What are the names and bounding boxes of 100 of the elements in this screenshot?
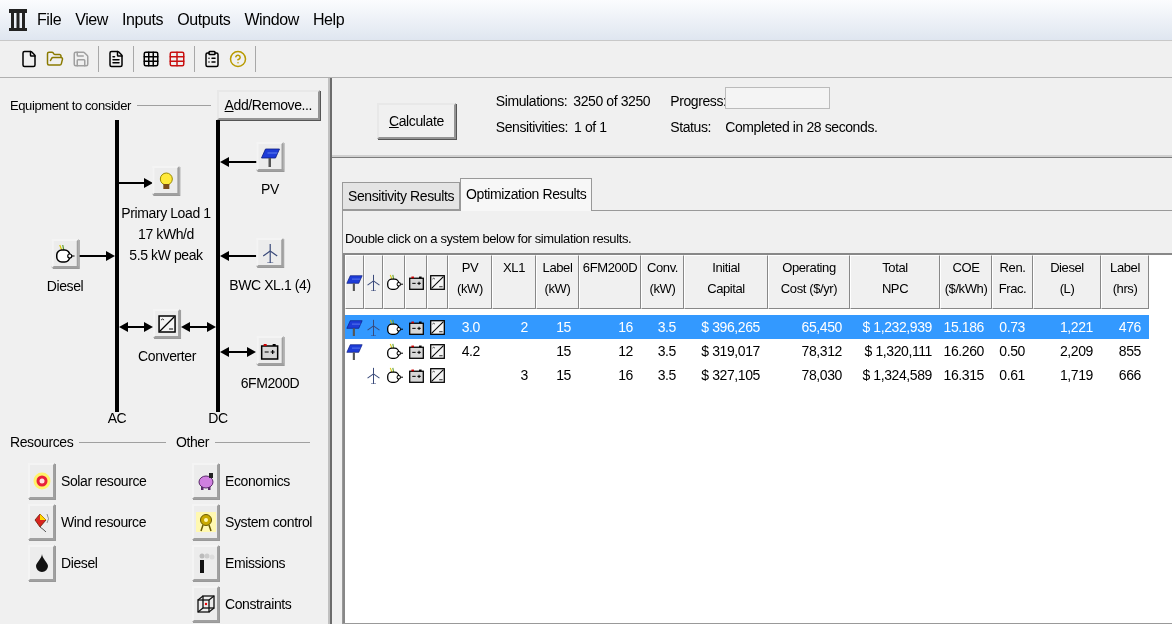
table-row[interactable]: 4.2 15 12 3.5 $ 319,017 78,312 $ 1,320,111 16.260 0.50 2,209 855 (345, 339, 1172, 363)
column-header[interactable]: Label (kW) (536, 255, 579, 309)
piggy-bank-icon (195, 471, 216, 491)
table-cell-text: $ 327,105 (700, 366, 761, 385)
generator-icon (385, 273, 403, 291)
menu-item[interactable]: Outputs (172, 11, 236, 29)
table-cell-text: 0.50 (998, 342, 1026, 361)
component-label: Converter (138, 347, 196, 366)
resource-button[interactable] (28, 545, 55, 581)
column-icon (8, 9, 28, 31)
table-cell: 15.186 (940, 315, 992, 339)
table-cell: 2 (492, 315, 536, 339)
column-header[interactable] (405, 255, 427, 309)
calculate-button[interactable]: Calculate (377, 103, 456, 139)
table-cell-text: 2,209 (1058, 342, 1094, 361)
group-title: Resources (10, 434, 74, 450)
info-label: Simulations: (495, 93, 568, 109)
column-header[interactable]: Label (hrs) (1101, 255, 1149, 309)
solar-panel-icon (260, 146, 280, 167)
bus-label: DC (208, 410, 228, 426)
resource-label: Wind resource (61, 514, 147, 530)
table-cell-text: 16.260 (942, 342, 985, 361)
info-label: Sensitivities: (495, 119, 568, 135)
status-text: Completed in 28 seconds. (725, 119, 878, 135)
table-cell: $ 396,265 (684, 315, 768, 339)
column-header[interactable] (345, 255, 364, 309)
tab[interactable]: Sensitivity Results (342, 182, 460, 210)
menu-item[interactable]: View (70, 11, 113, 29)
connector-arrow (119, 322, 153, 332)
info-label: Status: (670, 119, 712, 135)
component-button[interactable] (152, 166, 180, 195)
component-button[interactable] (153, 309, 181, 338)
table-cell: 15 (536, 315, 579, 339)
table-cell-text: $ 1,320,111 (863, 342, 933, 361)
table-cell-text: 78,030 (800, 366, 843, 385)
column-header[interactable]: Operating Cost ($/yr) (768, 255, 850, 309)
component-button[interactable] (256, 142, 284, 171)
resource-label: Diesel (61, 555, 98, 571)
table-cell-text: 0.61 (998, 366, 1026, 385)
table-cell-text: 4.2 (460, 342, 481, 361)
resource-label: System control (225, 514, 312, 530)
component-label: Primary Load 1 17 kWh/d 5.5 kW peak (121, 204, 211, 265)
table-cell: 16 (579, 315, 641, 339)
column-header[interactable]: PV (kW) (448, 255, 492, 309)
table-cell-text: $ 319,017 (700, 342, 761, 361)
column-header[interactable] (383, 255, 405, 309)
table-cell-text: 78,312 (800, 342, 843, 361)
menu-item[interactable]: Help (307, 11, 350, 29)
component-label: PV (261, 180, 279, 199)
component-label: Diesel (46, 277, 84, 296)
table-cell-text: 15 (555, 366, 572, 385)
table-cell: 65,450 (768, 315, 850, 339)
table-cell-text: 1,719 (1058, 366, 1094, 385)
column-header[interactable]: XL1 (492, 255, 536, 309)
table-cell-text: 3.5 (656, 366, 677, 385)
add-remove-button[interactable]: Add/Remove... (216, 90, 320, 120)
table-cell-text: 16.315 (942, 366, 985, 385)
column-header[interactable]: Conv. (kW) (641, 255, 684, 309)
table-row[interactable]: 3 15 16 3.5 $ 327,105 78,030 $ 1,324,589 16.315 0.61 1,719 666 (345, 363, 1172, 387)
resource-label: Economics (225, 473, 290, 489)
menu-item[interactable]: Inputs (117, 11, 169, 29)
folder-icon (46, 50, 64, 68)
info-value: 1 of 1 (574, 119, 607, 135)
save-icon (72, 50, 90, 68)
resource-button[interactable] (192, 463, 219, 499)
component-button[interactable] (51, 239, 79, 268)
table-icon (168, 50, 186, 68)
report-icon (107, 50, 125, 68)
column-header[interactable]: Diesel (L) (1033, 255, 1101, 309)
column-header[interactable]: COE ($/kWh) (940, 255, 992, 309)
tab[interactable]: Optimization Results (460, 178, 593, 211)
table-cell: 3.0 (448, 315, 492, 339)
table-cell-text: 3.5 (656, 342, 677, 361)
connector-arrow (118, 178, 153, 188)
column-header[interactable]: Total NPC (850, 255, 940, 309)
column-header[interactable] (427, 255, 448, 309)
table-cell-text: 15 (555, 342, 572, 361)
table-cell: 1,221 (1033, 315, 1101, 339)
component-button[interactable] (256, 336, 284, 365)
sun-icon (31, 471, 52, 491)
column-header[interactable]: 6FM200D (579, 255, 641, 309)
column-header[interactable]: Initial Capital (684, 255, 768, 309)
menu-item[interactable]: Window (239, 11, 304, 29)
hint-text: Double click on a system below for simulation results. (344, 231, 633, 246)
solar-panel-icon (346, 273, 363, 291)
resource-button[interactable] (192, 545, 219, 581)
connector-arrow (220, 157, 258, 167)
column-header[interactable]: Ren. Frac. (992, 255, 1033, 309)
converter-icon (157, 313, 177, 334)
table-cell-text: 12 (617, 342, 634, 361)
connector-arrow (181, 322, 216, 332)
table-cell: 0.73 (992, 315, 1033, 339)
resource-label: Emissions (225, 555, 286, 571)
menu-item[interactable]: File (32, 11, 67, 29)
help-icon (229, 50, 247, 68)
converter-icon (429, 273, 446, 291)
table-cell-text: 855 (1117, 342, 1142, 361)
resource-button[interactable] (192, 586, 219, 622)
generator-icon (55, 243, 75, 264)
table-cell-text: 666 (1117, 366, 1142, 385)
